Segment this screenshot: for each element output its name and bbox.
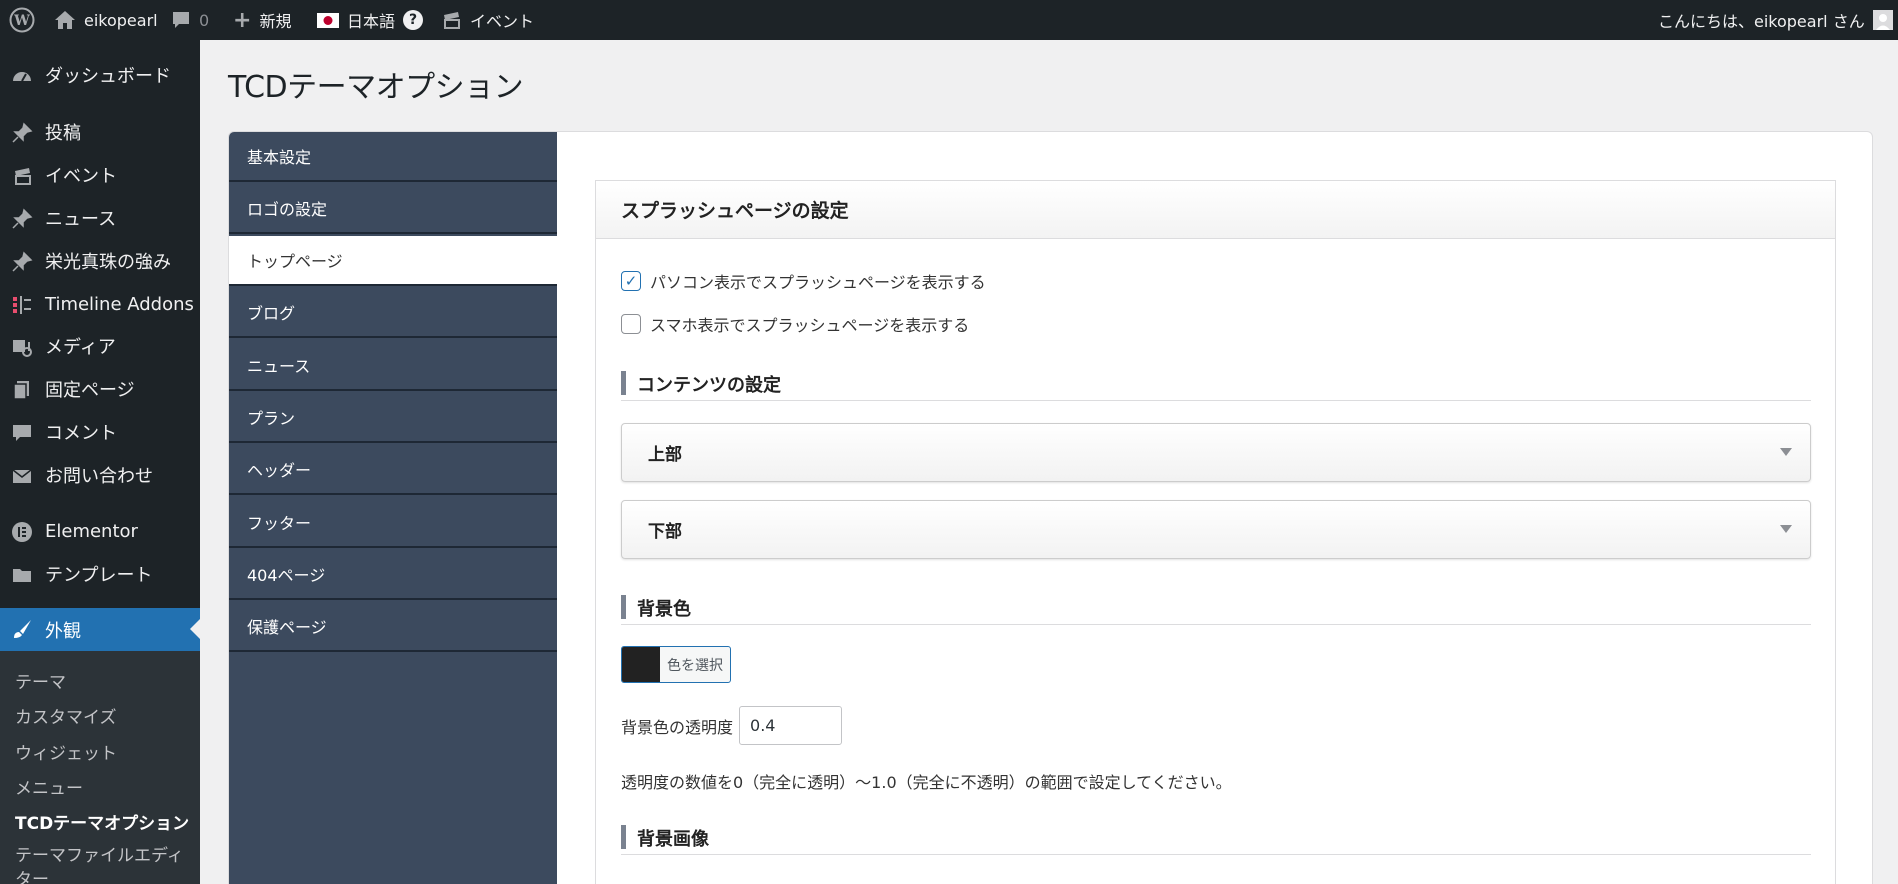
paintbrush-icon — [11, 618, 33, 640]
menu-item-dashboard[interactable]: ダッシュボード — [0, 55, 200, 95]
menu-item-strengths[interactable]: 栄光真珠の強み — [0, 241, 200, 281]
dashboard-icon — [11, 65, 33, 87]
tab-basic-settings[interactable]: 基本設定 — [229, 132, 557, 182]
menu-item-timeline-addons[interactable]: Timeline Addons — [0, 284, 200, 324]
menu-item-templates[interactable]: テンプレート — [0, 554, 200, 594]
folder-icon — [11, 564, 33, 586]
pages-icon — [11, 379, 33, 401]
upper-section-label: 上部 — [648, 445, 682, 465]
help-icon[interactable]: ? — [403, 10, 424, 30]
opacity-input[interactable] — [739, 706, 843, 745]
home-icon — [55, 11, 75, 29]
appearance-submenu: テーマ カスタマイズ ウィジェット メニュー TCDテーマオプション テーマファ… — [0, 651, 200, 884]
sp-splash-checkbox[interactable] — [621, 314, 641, 334]
tab-protected-page[interactable]: 保護ページ — [229, 602, 557, 652]
pin-icon — [11, 122, 33, 144]
lower-section-label: 下部 — [648, 522, 682, 542]
opacity-label: 背景色の透明度 — [621, 717, 734, 737]
sp-splash-label: スマホ表示でスプラッシュページを表示する — [650, 316, 970, 335]
envelope-icon — [11, 465, 33, 487]
menu-item-contact[interactable]: お問い合わせ — [0, 455, 200, 495]
plus-icon: + — [233, 7, 252, 33]
language-switcher[interactable]: 日本語 ? — [317, 0, 424, 40]
color-picker-button[interactable]: 色を選択 — [621, 646, 731, 683]
opacity-note: 透明度の数値を0（完全に透明）〜1.0（完全に不透明）の範囲で設定してください。 — [621, 773, 1232, 792]
tab-header[interactable]: ヘッダー — [229, 445, 557, 495]
event-link[interactable]: イベント — [440, 0, 534, 40]
timeline-icon — [11, 294, 33, 316]
pc-splash-label: パソコン表示でスプラッシュページを表示する — [650, 273, 986, 292]
tab-plan[interactable]: プラン — [229, 393, 557, 443]
admin-bar: W eikopearl 0 + 新規 日本語 ? イベント こんにちは、eiko… — [0, 0, 1898, 40]
comment-bubble-icon — [173, 12, 189, 28]
submenu-item-widgets[interactable]: ウィジェット — [15, 739, 117, 764]
my-account-link[interactable]: こんにちは、eikopearl さん — [1658, 0, 1893, 40]
greeting: こんにちは、eikopearl さん — [1658, 12, 1865, 31]
japan-flag-icon — [317, 12, 339, 28]
menu-item-news[interactable]: ニュース — [0, 198, 200, 238]
event-icon — [11, 165, 33, 187]
lower-section-accordion[interactable]: 下部 — [621, 500, 1811, 559]
admin-menu: ダッシュボード 投稿 イベント ニュース 栄光真珠の強み Timeline Ad… — [0, 40, 200, 884]
bg-image-heading: 背景画像 — [621, 825, 1811, 855]
color-swatch — [622, 647, 660, 682]
pin-icon — [11, 251, 33, 273]
comments-link[interactable]: 0 — [171, 0, 209, 40]
site-name-link[interactable]: eikopearl — [54, 0, 158, 40]
tab-blog[interactable]: ブログ — [229, 288, 557, 338]
pc-splash-checkbox[interactable]: ✓ — [621, 271, 641, 291]
comments-count: 0 — [199, 10, 210, 30]
contents-settings-heading: コンテンツの設定 — [621, 371, 1811, 401]
event-label: イベント — [470, 12, 535, 31]
new-label: 新規 — [259, 12, 292, 31]
submenu-item-themes[interactable]: テーマ — [15, 668, 66, 693]
color-picker-label: 色を選択 — [667, 657, 723, 674]
menu-item-elementor[interactable]: Elementor — [0, 511, 200, 551]
submenu-item-tcd-theme-options[interactable]: TCDテーマオプション — [15, 809, 189, 834]
chevron-down-icon — [1780, 448, 1792, 456]
language-label: 日本語 — [347, 12, 396, 31]
chevron-down-icon — [1780, 525, 1792, 533]
site-name: eikopearl — [84, 10, 158, 30]
options-tabs: 基本設定 ロゴの設定 トップページ ブログ ニュース プラン ヘッダー フッター… — [229, 132, 557, 884]
media-icon — [11, 336, 33, 358]
upper-section-accordion[interactable]: 上部 — [621, 423, 1811, 482]
splash-settings-box: スプラッシュページの設定 ✓ パソコン表示でスプラッシュページを表示する スマホ… — [595, 180, 1836, 884]
tab-news[interactable]: ニュース — [229, 341, 557, 391]
page-title: TCDテーマオプション — [228, 70, 524, 105]
new-content-link[interactable]: + 新規 — [233, 0, 291, 40]
event-icon — [444, 12, 460, 29]
elementor-icon — [11, 521, 33, 543]
pc-splash-option[interactable]: ✓ パソコン表示でスプラッシュページを表示する — [621, 269, 986, 293]
avatar — [1872, 10, 1893, 30]
tab-top-page[interactable]: トップページ — [229, 236, 557, 286]
splash-settings-heading: スプラッシュページの設定 — [596, 181, 1835, 239]
menu-item-events[interactable]: イベント — [0, 155, 200, 195]
theme-options-panel: 基本設定 ロゴの設定 トップページ ブログ ニュース プラン ヘッダー フッター… — [228, 131, 1873, 884]
submenu-item-theme-file-editor[interactable]: テーマファイルエディター — [15, 844, 190, 884]
menu-item-media[interactable]: メディア — [0, 326, 200, 366]
tab-logo-settings[interactable]: ロゴの設定 — [229, 184, 557, 234]
sp-splash-option[interactable]: スマホ表示でスプラッシュページを表示する — [621, 312, 969, 336]
menu-item-comments[interactable]: コメント — [0, 412, 200, 452]
pin-icon — [11, 208, 33, 230]
bg-color-heading: 背景色 — [621, 595, 1811, 625]
svg-text:W: W — [13, 13, 30, 29]
opacity-row: 背景色の透明度 — [621, 706, 843, 745]
wordpress-logo-icon[interactable]: W — [9, 0, 35, 40]
submenu-item-menus[interactable]: メニュー — [15, 774, 83, 799]
tab-footer[interactable]: フッター — [229, 498, 557, 548]
tab-404-page[interactable]: 404ページ — [229, 550, 557, 600]
menu-item-pages[interactable]: 固定ページ — [0, 369, 200, 409]
menu-item-posts[interactable]: 投稿 — [0, 112, 200, 152]
submenu-item-customize[interactable]: カスタマイズ — [15, 703, 117, 728]
menu-item-appearance[interactable]: 外観 — [0, 608, 200, 651]
comment-bubble-icon — [11, 422, 33, 444]
